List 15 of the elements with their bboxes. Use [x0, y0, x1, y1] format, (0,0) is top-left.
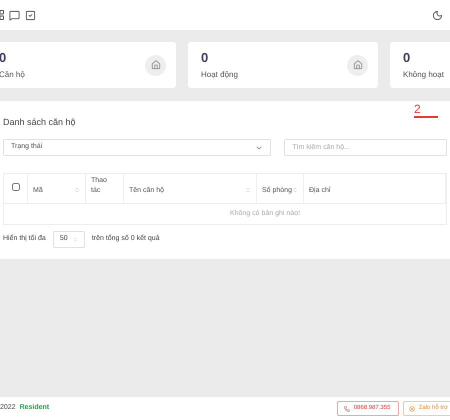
select-all-checkbox[interactable]	[12, 183, 20, 191]
stepper-icon	[72, 237, 78, 242]
stat-value: 0	[201, 50, 210, 64]
tab[interactable]: 2	[414, 103, 438, 118]
checkbox-icon[interactable]	[25, 10, 36, 20]
panel-title: Danh sách căn hộ	[3, 116, 76, 129]
stat-label: Hoạt động	[201, 68, 239, 80]
stat-value: 0	[403, 50, 412, 64]
chat-icon[interactable]	[9, 10, 20, 20]
home-icon	[145, 54, 166, 76]
moon-icon[interactable]	[432, 10, 443, 20]
lifebuoy-icon	[408, 406, 415, 412]
home-icon	[347, 54, 368, 76]
stat-label: Không hoạt	[403, 68, 445, 80]
phone-icon	[344, 406, 350, 412]
